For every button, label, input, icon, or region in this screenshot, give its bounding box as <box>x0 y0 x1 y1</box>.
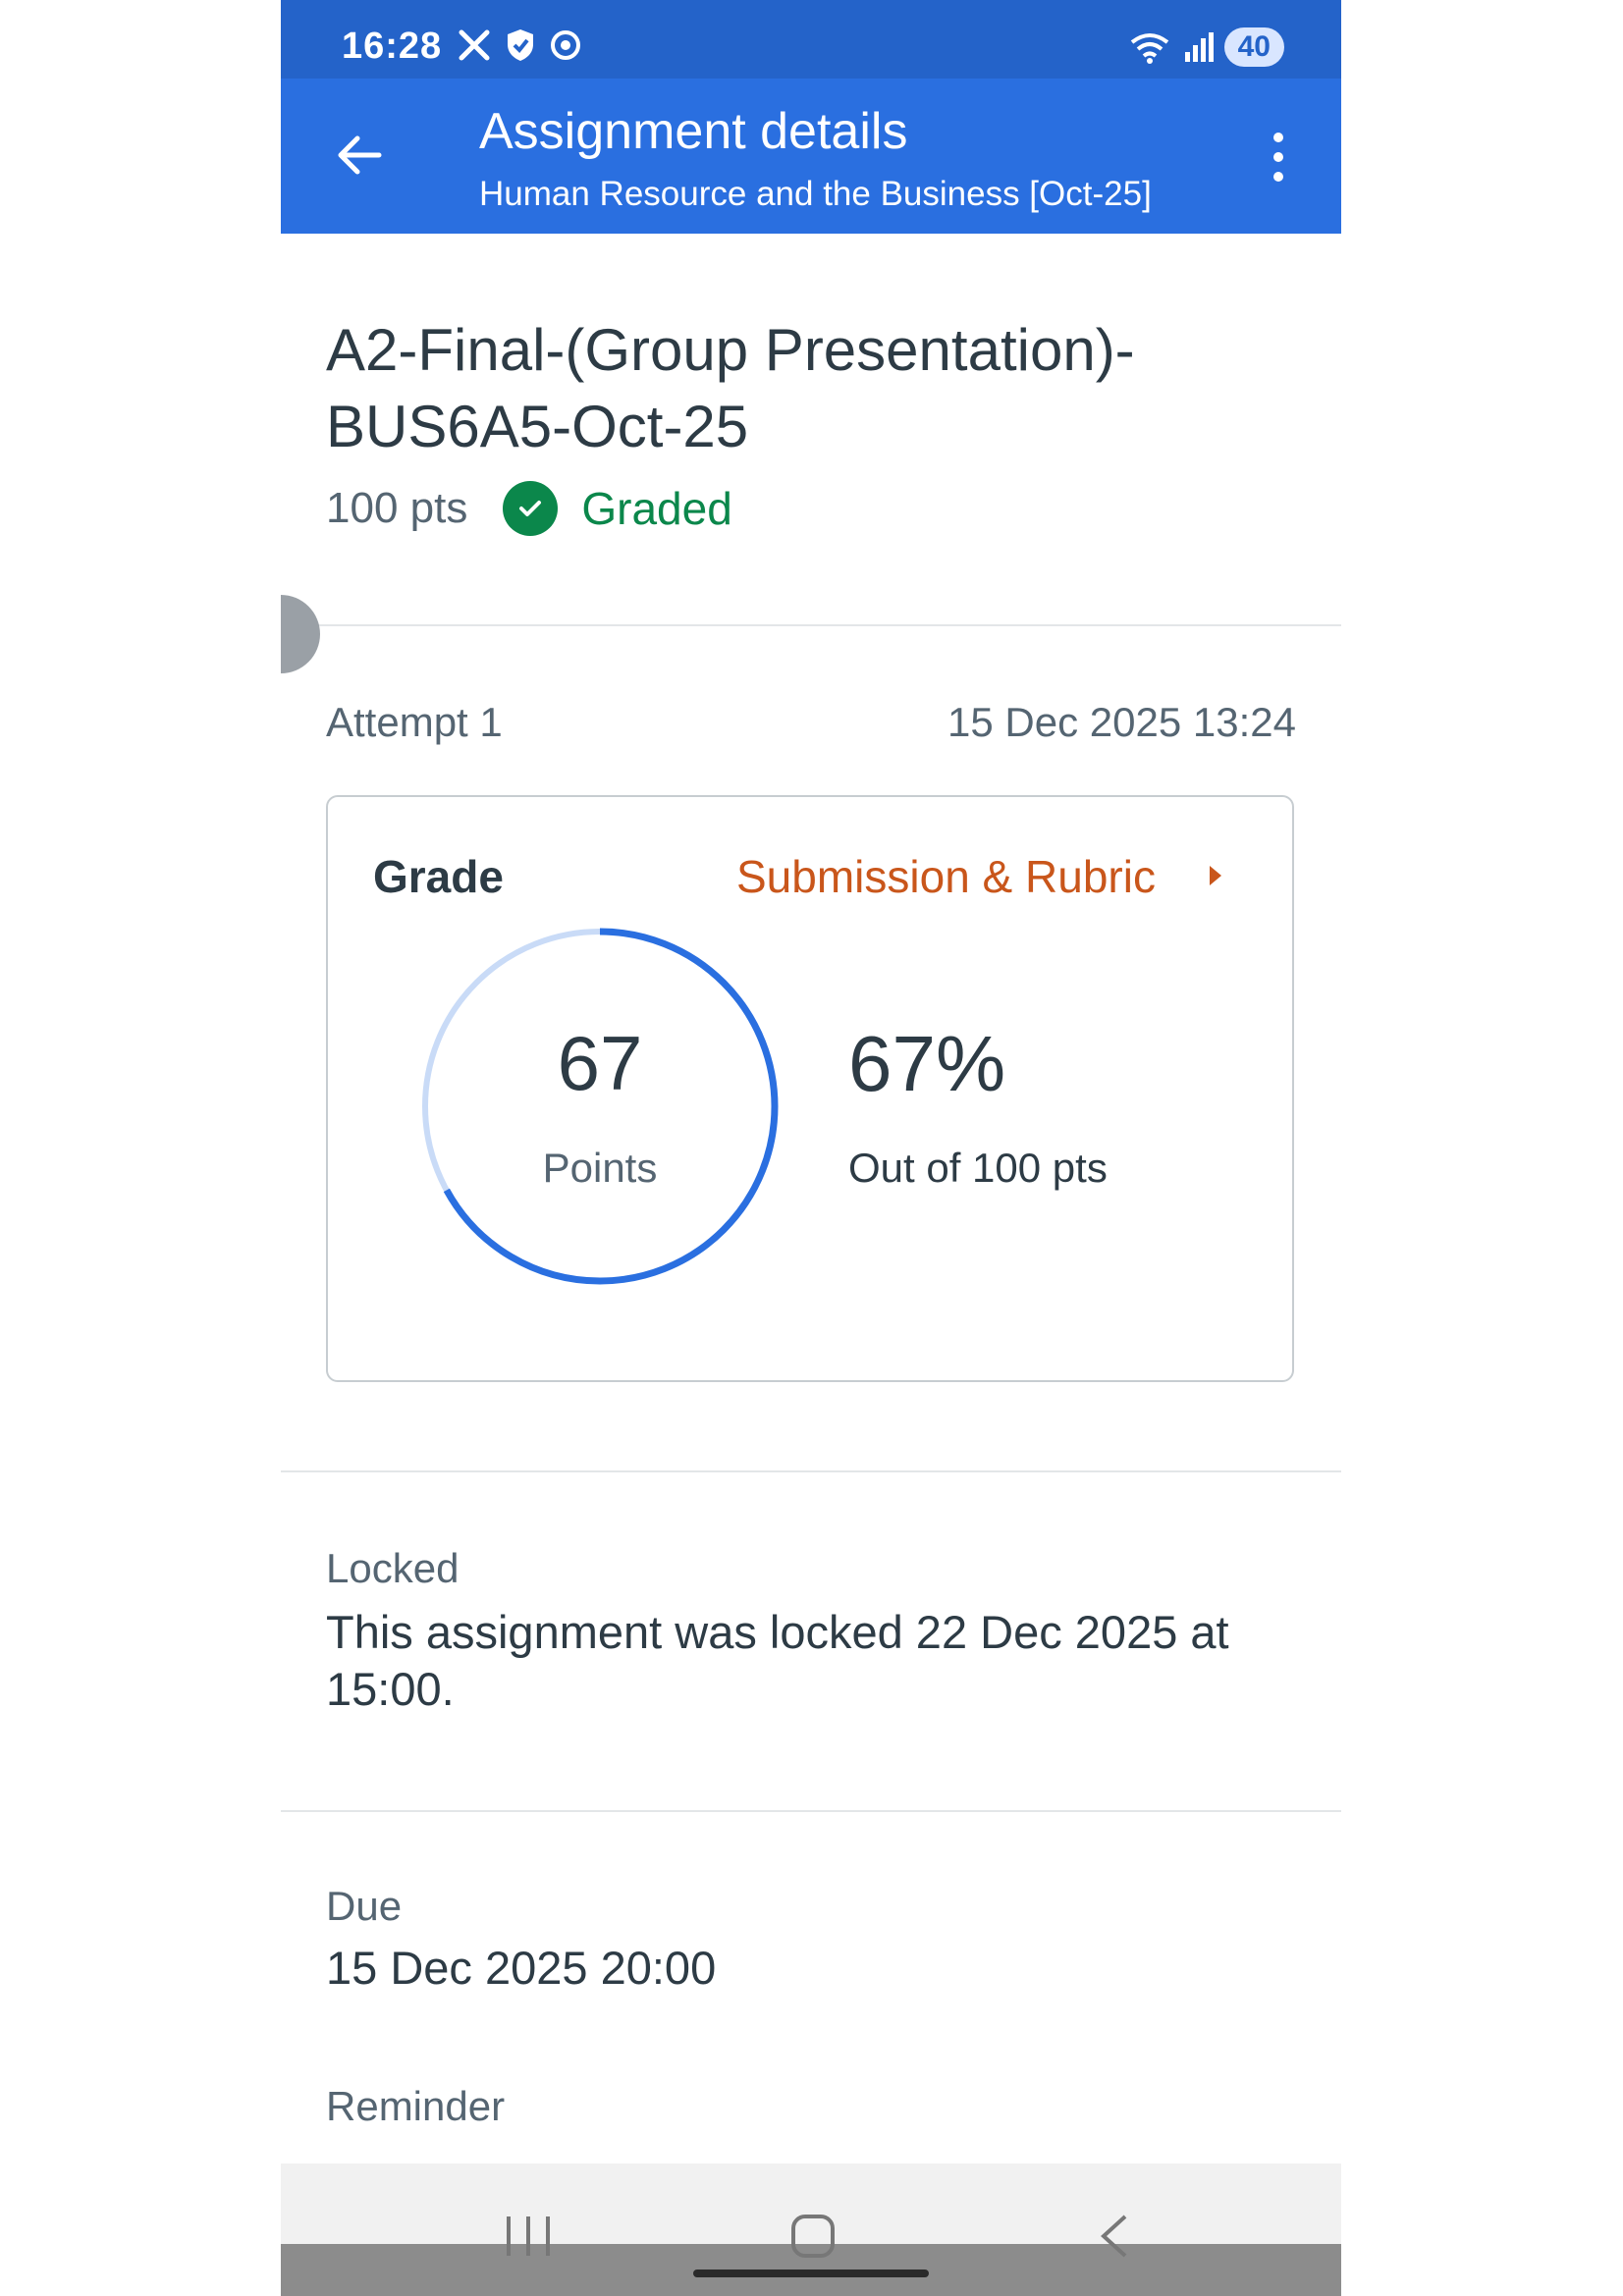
points-possible: 100 pts <box>326 484 468 532</box>
divider <box>281 624 1341 626</box>
points-out-of: Out of 100 pts <box>848 1145 1108 1191</box>
locked-label: Locked <box>326 1545 460 1591</box>
gesture-handle[interactable] <box>693 2269 929 2277</box>
shield-icon <box>508 29 533 61</box>
status-left-icons <box>458 27 581 63</box>
nav-back-icon[interactable] <box>1094 2207 1133 2266</box>
score-unit: Points <box>542 1145 658 1191</box>
submission-rubric-link[interactable]: Submission & Rubric <box>736 850 1156 903</box>
grade-card: Grade Submission & Rubric 67 Points 67% … <box>326 795 1294 1382</box>
caret-right-icon[interactable] <box>1206 862 1227 889</box>
due-label: Due <box>326 1883 403 1929</box>
assignment-meta: 100 pts Graded <box>326 481 732 536</box>
status-time: 16:28 <box>342 26 443 67</box>
phone-screen: 16:28 40 Assignment details Human Resour… <box>281 0 1341 2296</box>
score-percent: 67% <box>848 1020 1006 1107</box>
floating-assistant-button[interactable] <box>281 595 320 673</box>
grade-label: Grade <box>373 851 504 902</box>
arrow-left-icon[interactable] <box>330 126 389 185</box>
divider <box>281 1470 1341 1472</box>
system-navigation-bar <box>281 2163 1341 2296</box>
recent-apps-icon[interactable] <box>497 2207 560 2266</box>
divider <box>281 1810 1341 1812</box>
chrome-icon <box>551 30 580 60</box>
attempt-date: 15 Dec 2025 13:24 <box>947 699 1296 745</box>
signal-icon <box>1184 32 1214 62</box>
attempt-label[interactable]: Attempt 1 <box>326 699 503 746</box>
x-logo-icon <box>459 29 490 61</box>
status-bar: 16:28 40 <box>281 0 1341 79</box>
wifi-icon <box>1130 33 1168 64</box>
score-value: 67 <box>557 1020 643 1106</box>
battery-indicator: 40 <box>1223 27 1284 67</box>
more-vertical-icon[interactable] <box>1259 128 1298 187</box>
graded-status: Graded <box>581 483 732 534</box>
locked-message: This assignment was locked 22 Dec 2025 a… <box>326 1606 1229 1715</box>
due-date: 15 Dec 2025 20:00 <box>326 1942 717 1994</box>
page-title: Assignment details <box>479 103 908 160</box>
reminder-label: Reminder <box>326 2083 506 2129</box>
assignment-title: A2-Final-(Group Presentation)-BUS6A5-Oct… <box>326 317 1135 459</box>
home-icon[interactable] <box>784 2207 842 2266</box>
check-circle-icon <box>503 481 559 536</box>
course-subtitle: Human Resource and the Business [Oct-25] <box>479 175 1152 213</box>
status-right-icons: 40 <box>1128 27 1284 67</box>
app-bar: Assignment details Human Resource and th… <box>281 79 1341 234</box>
